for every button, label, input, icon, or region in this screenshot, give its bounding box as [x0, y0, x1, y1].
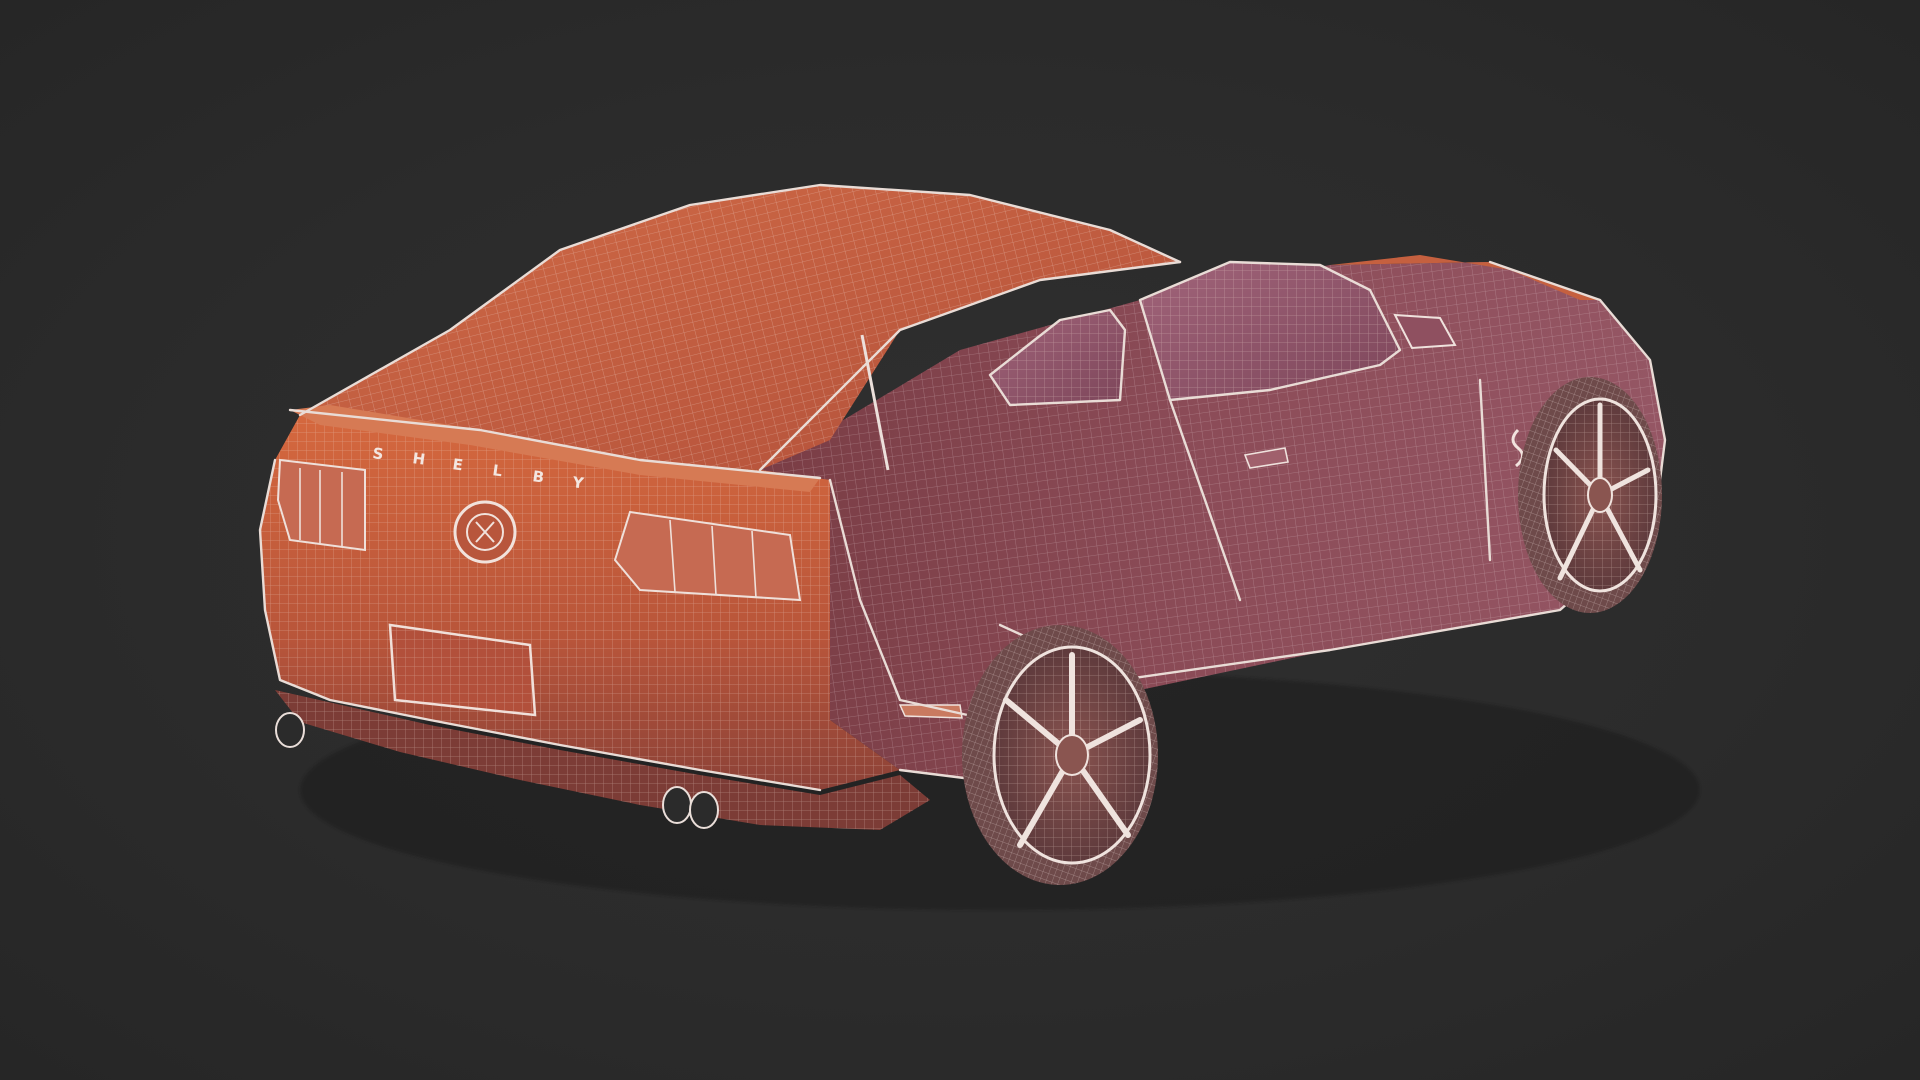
rear-emblem — [453, 500, 517, 564]
front-wheel — [1518, 377, 1662, 613]
rear-wheel — [962, 625, 1158, 885]
tail-light-left — [276, 458, 366, 552]
svg-text:H: H — [411, 449, 426, 469]
car-wireframe-render: S H E L B Y — [258, 183, 1700, 910]
render-viewport: S H E L B Y — [0, 0, 1920, 1080]
